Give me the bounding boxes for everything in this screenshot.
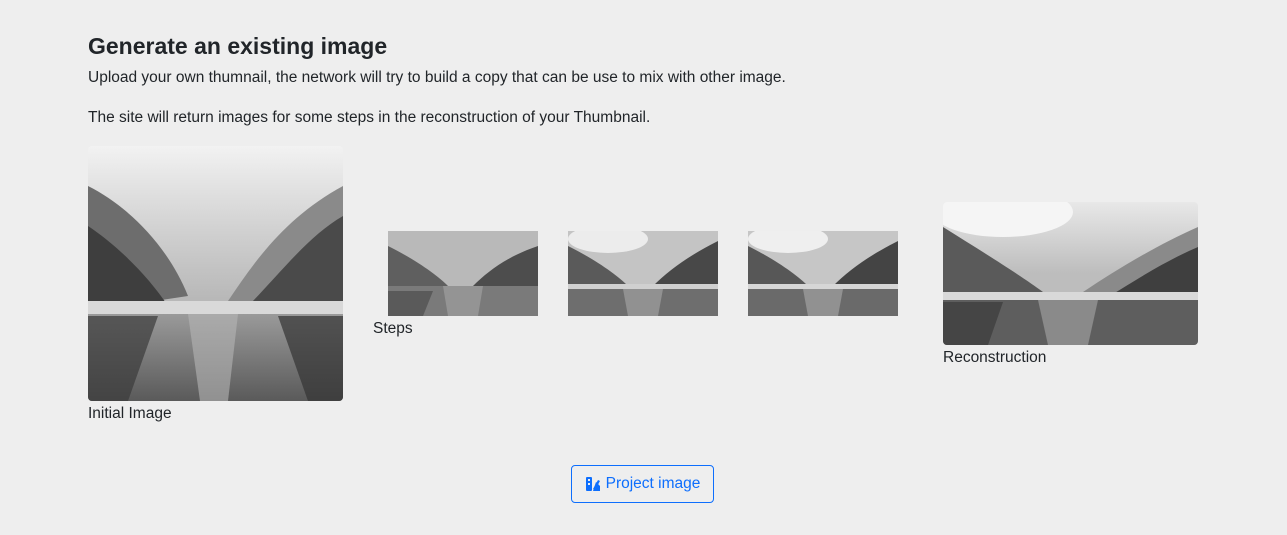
reconstruction-caption: Reconstruction xyxy=(943,349,1047,366)
page-note: The site will return images for some ste… xyxy=(88,109,651,126)
project-image-button[interactable]: Project image xyxy=(571,465,714,503)
project-image-button-label: Project image xyxy=(605,475,701,492)
steps-caption: Steps xyxy=(373,320,413,337)
initial-image-caption: Initial Image xyxy=(88,405,172,422)
page-title: Generate an existing image xyxy=(88,33,388,59)
page: Generate an existing image Upload your o… xyxy=(0,0,1287,535)
images-icon xyxy=(585,476,601,492)
step-image-3 xyxy=(748,231,898,316)
reconstruction-image xyxy=(943,202,1198,345)
initial-image xyxy=(88,146,343,401)
step-image-1 xyxy=(388,231,538,316)
step-image-2 xyxy=(568,231,718,316)
page-description: Upload your own thumnail, the network wi… xyxy=(88,69,786,86)
